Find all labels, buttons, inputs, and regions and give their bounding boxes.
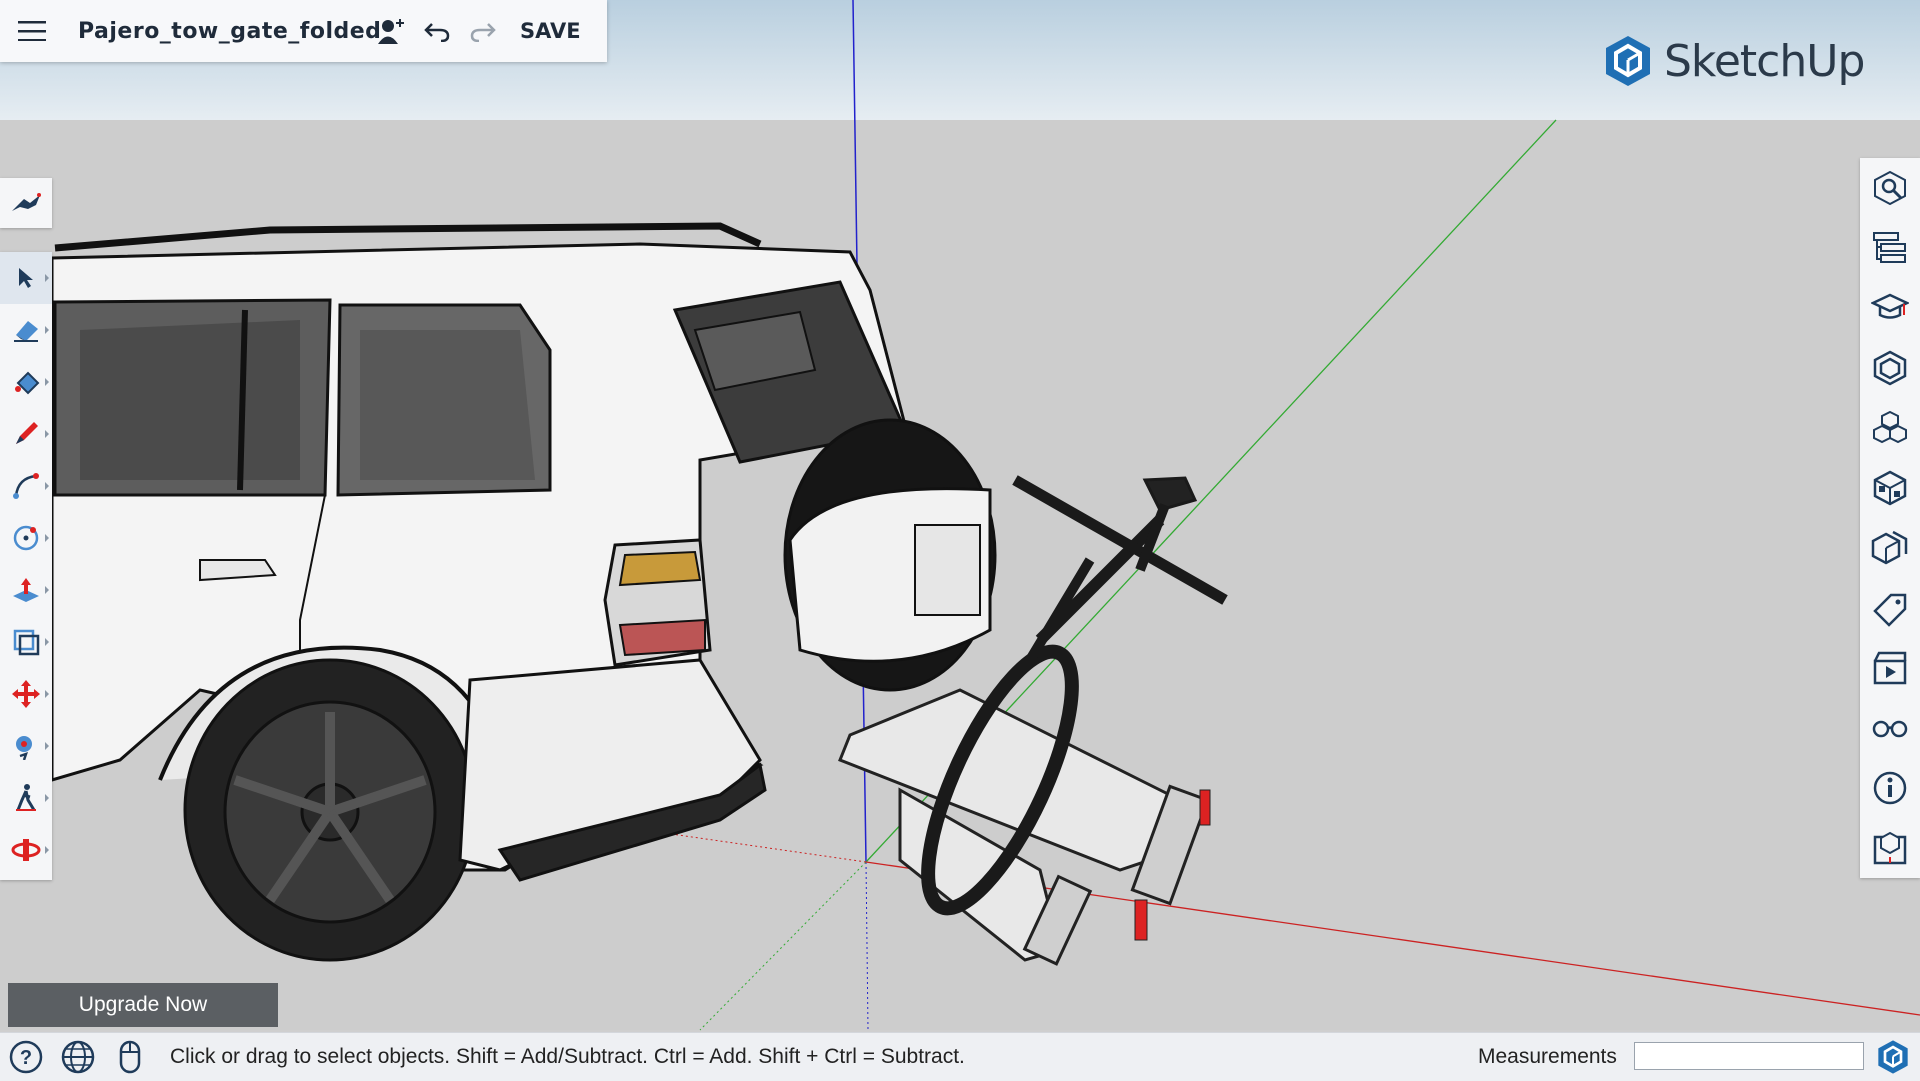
file-name[interactable]: Pajero_tow_gate_folded — [78, 19, 381, 44]
add-collaborator-icon[interactable] — [368, 0, 414, 62]
status-bar: ? Click or drag to select objects. Shift… — [0, 1032, 1920, 1081]
svg-text:?: ? — [20, 1047, 32, 1069]
tags-icon[interactable] — [1860, 578, 1920, 638]
mouse-icon[interactable] — [104, 1033, 156, 1081]
instructor-icon[interactable] — [1860, 278, 1920, 338]
suv-model[interactable] — [50, 222, 997, 962]
entity-info-icon[interactable] — [1860, 758, 1920, 818]
redo-icon[interactable] — [460, 0, 506, 62]
geolocation-globe-icon[interactable] — [52, 1033, 104, 1081]
arc-tool-icon[interactable] — [0, 460, 52, 512]
sketchup-logo-icon — [1606, 36, 1650, 86]
hamburger-menu-icon[interactable] — [0, 0, 64, 62]
display-icon[interactable] — [1860, 698, 1920, 758]
sketchup-small-logo-icon[interactable] — [1876, 1039, 1910, 1080]
status-hint-text: Click or drag to select objects. Shift =… — [170, 1045, 965, 1068]
search-tools-icon[interactable] — [0, 178, 52, 228]
sketchup-logo-text: SketchUp — [1664, 35, 1865, 87]
measurements-input[interactable] — [1634, 1042, 1864, 1070]
rear-wheel — [183, 658, 477, 962]
left-toolbar — [0, 252, 52, 880]
materials-icon[interactable] — [1860, 458, 1920, 518]
styles-icon[interactable] — [1860, 518, 1920, 578]
undo-icon[interactable] — [414, 0, 460, 62]
eraser-tool-icon[interactable] — [0, 304, 52, 356]
section-plane-tool-icon[interactable] — [0, 824, 52, 876]
move-tool-icon[interactable] — [0, 668, 52, 720]
components-icon[interactable] — [1860, 338, 1920, 398]
circle-tool-icon[interactable] — [0, 512, 52, 564]
3d-viewport[interactable] — [0, 0, 1920, 1080]
walk-tool-icon[interactable] — [0, 772, 52, 824]
select-tool-icon[interactable] — [0, 252, 52, 304]
help-icon[interactable]: ? — [0, 1033, 52, 1081]
offset-tool-icon[interactable] — [0, 616, 52, 668]
push-pull-tool-icon[interactable] — [0, 564, 52, 616]
pencil-line-tool-icon[interactable] — [0, 408, 52, 460]
top-toolbar: Pajero_tow_gate_folded SAVE — [0, 0, 607, 62]
right-panel-trays — [1860, 158, 1920, 878]
outliner-icon[interactable] — [1860, 218, 1920, 278]
upgrade-now-button[interactable]: Upgrade Now — [8, 983, 278, 1027]
scenes-icon[interactable] — [1860, 638, 1920, 698]
sketchup-logo: SketchUp — [1604, 34, 1865, 88]
paint-bucket-tool-icon[interactable] — [0, 356, 52, 408]
green-axis-neg — [699, 861, 867, 1031]
solid-tools-icon[interactable] — [1860, 818, 1920, 878]
3d-warehouse-icon[interactable] — [1860, 398, 1920, 458]
search-panel-icon[interactable] — [1860, 158, 1920, 218]
save-button[interactable]: SAVE — [520, 19, 581, 43]
orbit-tool-icon[interactable] — [0, 720, 52, 772]
measurements-label: Measurements — [1478, 1045, 1617, 1068]
blue-axis-neg — [865, 861, 869, 1031]
spare-wheel — [783, 418, 997, 692]
